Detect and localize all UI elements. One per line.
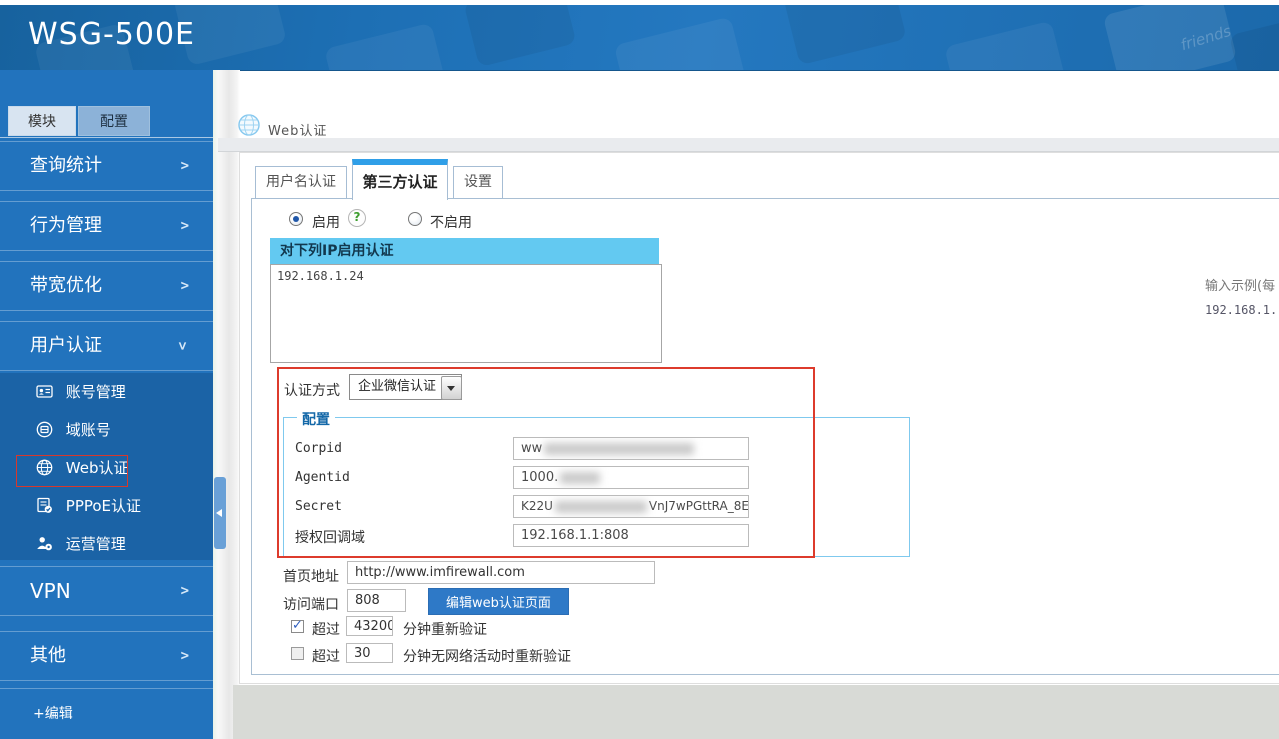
chevron-right-icon [181, 202, 189, 250]
sidebar-item-label: 域账号 [65, 421, 111, 439]
agentid-input[interactable]: 1000. [513, 466, 749, 489]
secret-input[interactable]: K22U VnJ7wPGttRA_8E1B0 [513, 495, 749, 518]
sidebar-item-label: 行为管理 [30, 215, 102, 236]
enable-radio[interactable] [289, 212, 303, 226]
timeout1-minutes-input[interactable] [346, 616, 393, 636]
port-input[interactable] [347, 589, 406, 612]
document-check-icon [36, 495, 53, 513]
globe-icon [238, 114, 260, 136]
tab-third-party-auth[interactable]: 第三方认证 [352, 159, 448, 200]
chevron-right-icon [181, 142, 189, 190]
sidebar-item-label: Web认证 [65, 459, 129, 477]
sidebar-item-bandwidth[interactable]: 带宽优化 [0, 261, 213, 311]
sidebar-collapse-handle[interactable] [214, 477, 226, 549]
home-url-label: 首页地址 [283, 569, 339, 585]
sidebar-item-vpn[interactable]: VPN [0, 566, 213, 616]
timeout2-prefix: 超过 [312, 649, 340, 665]
secret-suffix-text: VnJ7wPGttRA_8E1B0 [648, 499, 749, 513]
enable-radio-label[interactable]: 启用 [312, 212, 340, 232]
callback-domain-value: 192.168.1.1:808 [521, 528, 629, 543]
agentid-visible-text: 1000. [521, 470, 559, 485]
tab-username-auth[interactable]: 用户名认证 [255, 166, 347, 199]
home-url-input[interactable] [347, 561, 655, 584]
ip-hint-line1: 输入示例(每 [1205, 279, 1276, 294]
timeout1-suffix: 分钟重新验证 [403, 622, 487, 638]
chevron-right-icon [181, 262, 189, 310]
sidebar-item-label: 账号管理 [65, 383, 126, 401]
chevron-right-icon [181, 567, 189, 615]
sidebar-item-behavior-mgmt[interactable]: 行为管理 [0, 201, 213, 251]
sidebar-item-query-stats[interactable]: 查询统计 [0, 141, 213, 191]
secret-label: Secret [295, 499, 342, 514]
blurred-text [560, 471, 601, 484]
globe-icon [36, 457, 53, 476]
secret-prefix-text: K22U [521, 499, 553, 513]
sidebar-item-label: PPPoE认证 [65, 497, 142, 515]
sidebar-item-label: VPN [30, 579, 71, 603]
sidebar-item-pppoe-auth[interactable]: PPPoE认证 [0, 492, 213, 520]
sidebar-item-label: 查询统计 [30, 155, 102, 176]
sidebar-item-web-auth[interactable]: Web认证 [0, 454, 213, 482]
callback-domain-input[interactable]: 192.168.1.1:808 [513, 524, 749, 547]
select-dropdown-arrow[interactable] [441, 376, 462, 400]
sidebar-tab-modules[interactable]: 模块 [8, 106, 76, 136]
sidebar-submenu-user-auth: 账号管理 域账号 Web认证 PPPoE认证 运营管理 [0, 373, 213, 560]
corpid-input[interactable]: ww [513, 437, 749, 460]
timeout2-minutes-input[interactable] [346, 643, 393, 663]
reauth-timeout-checkbox[interactable] [291, 618, 304, 633]
help-icon[interactable]: ? [348, 209, 366, 227]
timeout2-suffix: 分钟无网络活动时重新验证 [403, 649, 571, 665]
sidebar: 模块 配置 查询统计 行为管理 带宽优化 用户认证 账号管理 域账号 [0, 70, 213, 739]
edit-web-auth-page-button[interactable]: 编辑web认证页面 [428, 588, 569, 615]
tab-settings[interactable]: 设置 [453, 166, 503, 199]
sidebar-item-user-auth[interactable]: 用户认证 [0, 321, 213, 371]
content-footer-area [233, 685, 1279, 739]
sidebar-item-operations-mgmt[interactable]: 运营管理 [0, 530, 213, 558]
app-window: WSG-500E friends 模块 配置 查询统计 行为管理 带宽优化 用户… [0, 0, 1279, 739]
toolbar-band [218, 138, 1279, 152]
sidebar-edit-button[interactable]: +编辑 [0, 688, 213, 739]
disable-radio-label[interactable]: 不启用 [430, 212, 472, 232]
blurred-text [544, 442, 695, 455]
chevron-right-icon [181, 632, 189, 680]
chevron-down-icon [158, 342, 206, 350]
blurred-text [554, 500, 647, 513]
product-title: WSG-500E [28, 17, 195, 52]
timeout1-prefix: 超过 [312, 622, 340, 638]
sidebar-tab-config[interactable]: 配置 [78, 106, 150, 136]
ip-list-textarea[interactable]: 192.168.1.24 [270, 264, 662, 363]
ip-hint-line2: 192.168.1. [1205, 303, 1278, 317]
sidebar-item-label: 用户认证 [30, 335, 102, 356]
header-banner: WSG-500E friends [0, 5, 1279, 71]
port-label: 访问端口 [283, 597, 339, 613]
corpid-visible-text: ww [521, 441, 543, 456]
config-legend: 配置 [297, 409, 335, 429]
operator-person-icon [36, 533, 53, 551]
sidebar-item-label: 运营管理 [65, 535, 126, 553]
sidebar-item-label: 带宽优化 [30, 275, 102, 296]
sidebar-item-label: 其他 [30, 645, 66, 666]
callback-domain-label: 授权回调域 [295, 530, 365, 546]
sidebar-tab-underline [0, 137, 213, 138]
sidebar-gutter [213, 70, 240, 739]
id-card-icon [36, 381, 53, 398]
disable-radio[interactable] [408, 212, 422, 226]
ip-list-header: 对下列IP启用认证 [270, 238, 659, 264]
idle-timeout-checkbox[interactable] [291, 647, 304, 660]
domain-account-icon [36, 419, 53, 438]
sidebar-item-domain-account[interactable]: 域账号 [0, 416, 213, 444]
corpid-label: Corpid [295, 441, 342, 456]
page-title: Web认证 [268, 124, 328, 139]
auth-method-label: 认证方式 [284, 383, 340, 399]
sidebar-item-other[interactable]: 其他 [0, 631, 213, 681]
agentid-label: Agentid [295, 470, 350, 485]
sidebar-item-account-mgmt[interactable]: 账号管理 [0, 378, 213, 406]
